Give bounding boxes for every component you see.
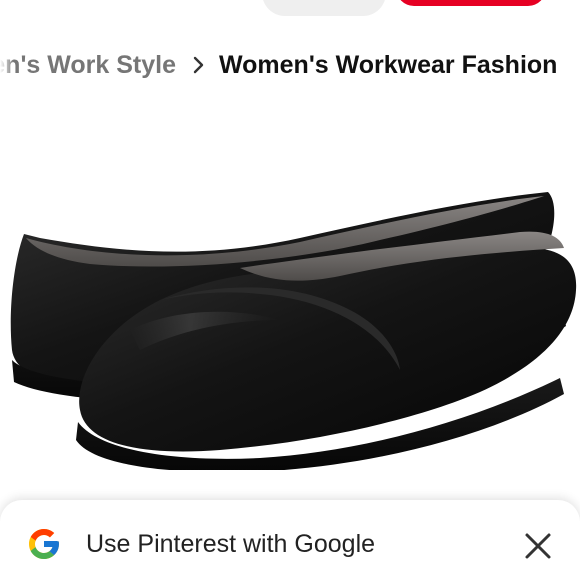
banner-text: Use Pinterest with Google <box>86 530 376 558</box>
breadcrumb-previous-label: en's Work Style <box>0 51 176 79</box>
breadcrumb-fade <box>0 44 14 86</box>
pin-page: en's Work Style Women's Workwear Fashion <box>0 0 580 580</box>
breadcrumb-current-link[interactable]: Women's Workwear Fashion <box>219 51 557 80</box>
google-g-icon <box>29 529 59 559</box>
close-icon[interactable] <box>520 528 556 564</box>
breadcrumb-previous-link[interactable]: en's Work Style <box>0 44 176 86</box>
top-secondary-button[interactable] <box>262 0 386 16</box>
product-image[interactable] <box>0 160 580 470</box>
google-signin-banner[interactable]: Use Pinterest with Google <box>0 500 580 580</box>
breadcrumb: en's Work Style Women's Workwear Fashion <box>0 44 580 86</box>
chevron-right-icon <box>193 56 204 74</box>
top-save-button[interactable] <box>396 0 546 6</box>
